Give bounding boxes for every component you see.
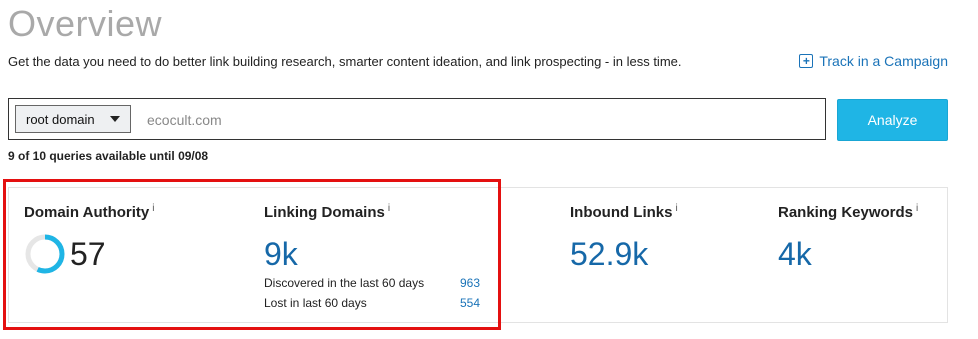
domain-input[interactable] bbox=[145, 105, 809, 135]
caret-down-icon bbox=[110, 116, 120, 122]
linking-domains-value: 9k bbox=[264, 236, 298, 272]
search-bar: root domain bbox=[8, 98, 826, 140]
domain-authority-label: Domain Authority i bbox=[24, 203, 155, 221]
info-icon[interactable]: i bbox=[152, 203, 154, 214]
info-icon[interactable]: i bbox=[916, 203, 918, 214]
inbound-links-value: 52.9k bbox=[570, 236, 649, 272]
domain-authority-value: 57 bbox=[70, 236, 106, 272]
discovered-label: Discovered in the last 60 days bbox=[264, 276, 425, 290]
queries-available-text: 9 of 10 queries available until 09/08 bbox=[8, 149, 209, 163]
scope-dropdown[interactable]: root domain bbox=[15, 105, 131, 133]
ranking-keywords-value: 4k bbox=[778, 236, 812, 272]
inbound-links-label: Inbound Links i bbox=[570, 203, 678, 221]
analyze-button[interactable]: Analyze bbox=[837, 99, 948, 141]
discovered-value[interactable]: 963 bbox=[440, 276, 480, 290]
lost-label: Lost in last 60 days bbox=[264, 296, 367, 310]
lost-value[interactable]: 554 bbox=[440, 296, 480, 310]
plus-box-icon: + bbox=[799, 54, 814, 68]
scope-dropdown-value: root domain bbox=[26, 111, 95, 127]
info-icon[interactable]: i bbox=[676, 203, 678, 214]
info-icon[interactable]: i bbox=[388, 203, 390, 214]
domain-authority-ring-icon bbox=[25, 234, 65, 274]
ranking-keywords-label: Ranking Keywords i bbox=[778, 203, 919, 221]
page-title: Overview bbox=[8, 3, 163, 44]
linking-domains-label: Linking Domains i bbox=[264, 203, 391, 221]
track-in-campaign-link[interactable]: + Track in a Campaign bbox=[799, 52, 948, 70]
page-subtitle: Get the data you need to do better link … bbox=[8, 54, 682, 69]
track-in-campaign-label: Track in a Campaign bbox=[819, 53, 948, 69]
